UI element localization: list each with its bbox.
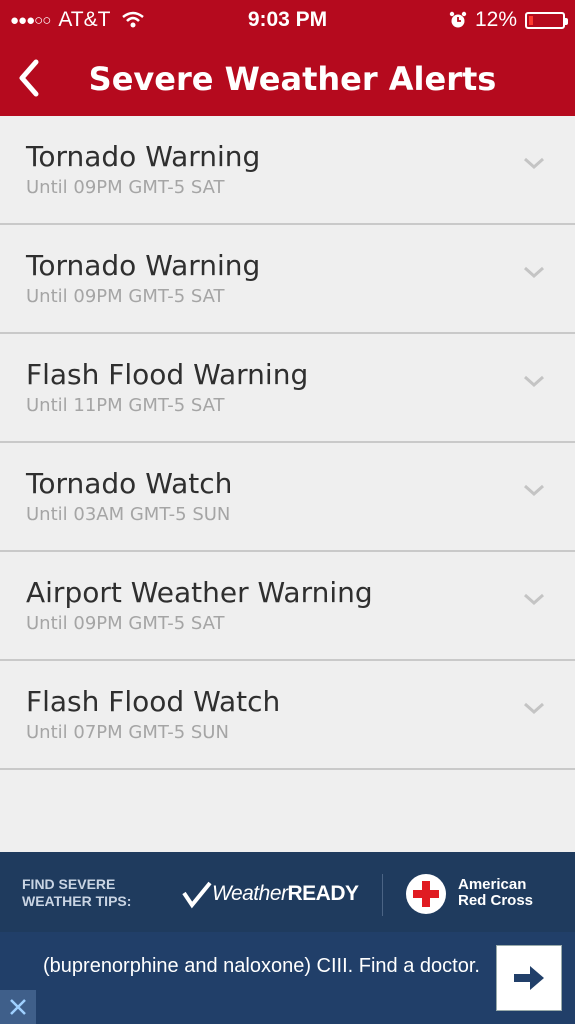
tips-line-1: FIND SEVERE [22,876,116,892]
weather-ready-text-a: Weather [212,882,288,905]
status-right: 12% [449,8,568,32]
alert-title: Flash Flood Watch [26,685,281,718]
alarm-clock-icon [449,11,467,28]
alert-until: Until 07PM GMT-5 SUN [26,722,229,743]
page-title: Severe Weather Alerts [88,60,497,98]
weather-tips-banner[interactable]: FIND SEVERE WEATHER TIPS: WeatherREADY A… [0,852,575,932]
chevron-down-icon[interactable] [523,592,545,606]
ad-arrow-button[interactable] [496,945,562,1011]
alert-row[interactable]: Tornado Warning Until 09PM GMT-5 SAT [0,225,575,334]
chevron-down-icon[interactable] [523,483,545,497]
chevron-down-icon[interactable] [523,374,545,388]
alert-title: Airport Weather Warning [26,576,373,609]
close-icon [10,999,26,1015]
alert-title: Flash Flood Warning [26,358,309,391]
alert-until: Until 11PM GMT-5 SAT [26,395,225,416]
alert-title: Tornado Watch [26,467,233,500]
alert-until: Until 03AM GMT-5 SUN [26,504,231,525]
alert-row[interactable]: Tornado Watch Until 03AM GMT-5 SUN [0,443,575,552]
alert-row[interactable]: Flash Flood Watch Until 07PM GMT-5 SUN [0,661,575,770]
alert-title: Tornado Warning [26,249,261,282]
nav-bar: Severe Weather Alerts [0,50,575,110]
red-cross-icon [406,874,446,914]
alert-row[interactable]: Airport Weather Warning Until 09PM GMT-5… [0,552,575,661]
weather-ready-text: WeatherREADY [212,882,359,906]
banner-divider [382,874,383,916]
arrow-right-icon [514,966,544,990]
alert-title: Tornado Warning [26,140,261,173]
checkmark-icon [182,881,212,909]
battery-percent: 12% [474,8,517,31]
tips-line-2: WEATHER TIPS: [22,893,132,909]
red-cross-line-2: Red Cross [458,892,534,909]
alert-row[interactable]: Flash Flood Warning Until 11PM GMT-5 SAT [0,334,575,443]
app-header: ●●●○○ AT&T 9:03 PM 12% Severe Weather Al… [0,0,575,116]
chevron-down-icon[interactable] [523,701,545,715]
battery-icon [525,11,568,29]
weather-ready-logo[interactable]: WeatherREADY [182,876,359,912]
tips-label: FIND SEVERE WEATHER TIPS: [22,876,131,910]
alerts-list: Tornado Warning Until 09PM GMT-5 SAT Tor… [0,116,575,770]
ad-banner[interactable]: (buprenorphine and naloxone) CIII. Find … [0,932,575,1024]
chevron-down-icon[interactable] [523,265,545,279]
chevron-down-icon[interactable] [523,156,545,170]
alert-until: Until 09PM GMT-5 SAT [26,177,225,198]
ad-close-button[interactable] [0,990,36,1024]
ad-text: (buprenorphine and naloxone) CIII. Find … [43,955,480,977]
alert-until: Until 09PM GMT-5 SAT [26,613,225,634]
red-cross-text[interactable]: American Red Cross [458,877,533,909]
red-cross-line-1: American [458,876,527,893]
status-bar: ●●●○○ AT&T 9:03 PM 12% [0,0,575,40]
weather-ready-text-b: READY [287,882,360,905]
alert-until: Until 09PM GMT-5 SAT [26,286,225,307]
battery-fill [529,15,533,25]
alert-row[interactable]: Tornado Warning Until 09PM GMT-5 SAT [0,116,575,225]
